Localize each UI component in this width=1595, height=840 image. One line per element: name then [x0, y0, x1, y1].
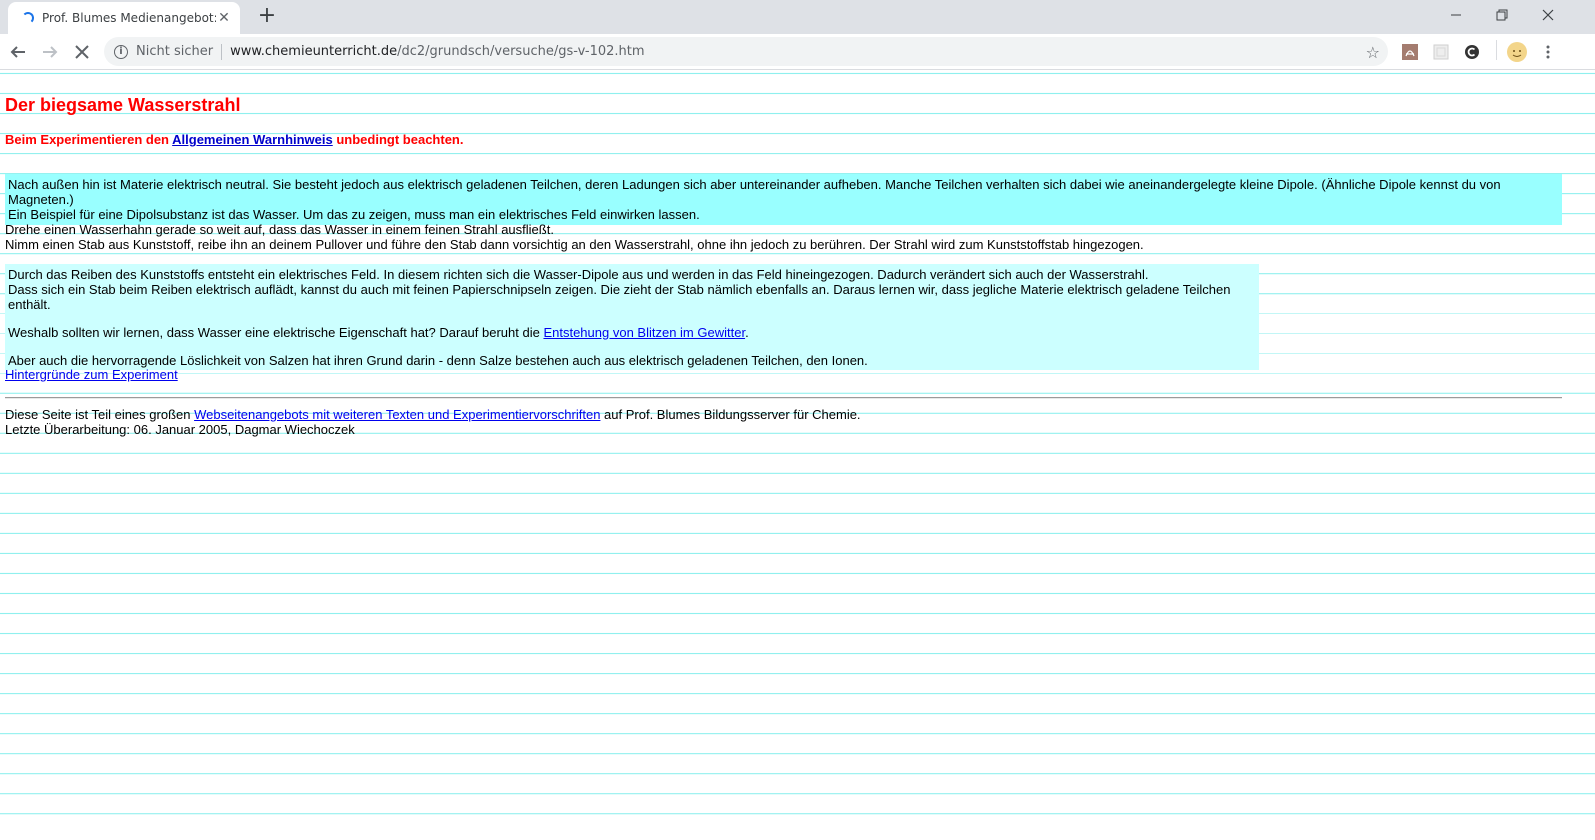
background-link[interactable]: Hintergründe zum Experiment	[5, 367, 178, 382]
page-title: Der biegsame Wasserstrahl	[5, 95, 241, 115]
lightning-link[interactable]: Entstehung von Blitzen im Gewitter	[543, 325, 745, 340]
close-icon[interactable]: ✕	[216, 10, 232, 26]
url-text[interactable]: www.chemieunterricht.de/dc2/grundsch/ver…	[230, 44, 644, 59]
intro-box: Nach außen hin ist Materie elektrisch ne…	[5, 174, 1562, 225]
loading-spinner-icon	[22, 12, 34, 24]
footer-link[interactable]: Webseitenangebots mit weiteren Texten un…	[194, 407, 600, 422]
background-link-line: Hintergründe zum Experiment	[5, 367, 178, 382]
explanation-line-1: Durch das Reiben des Kunststoffs entsteh…	[8, 267, 1149, 282]
footer-revision: Letzte Überarbeitung: 06. Januar 2005, D…	[5, 422, 355, 437]
url-host: www.chemieunterricht.de	[230, 44, 398, 59]
extension-icon[interactable]	[1431, 42, 1451, 62]
pdf-extension-icon[interactable]	[1400, 42, 1420, 62]
browser-toolbar: i Nicht sicher www.chemieunterricht.de/d…	[0, 34, 1595, 70]
footer-divider	[5, 397, 1562, 399]
profile-avatar-icon[interactable]	[1506, 41, 1528, 63]
footer-suffix: auf Prof. Blumes Bildungsserver für Chem…	[600, 407, 861, 422]
close-window-icon[interactable]	[1525, 0, 1571, 30]
toolbar-divider	[1496, 40, 1497, 60]
warning-prefix: Beim Experimentieren den	[5, 132, 173, 147]
warning-suffix: unbedingt beachten.	[332, 132, 464, 147]
info-icon[interactable]: i	[114, 44, 128, 59]
not-secure-label[interactable]: Nicht sicher	[136, 44, 213, 59]
minimize-icon[interactable]	[1433, 0, 1479, 30]
back-arrow-icon[interactable]	[6, 40, 30, 64]
omnibox-separator	[221, 43, 223, 60]
c-extension-icon[interactable]	[1462, 42, 1482, 62]
url-path: /dc2/grundsch/versuche/gs-v-102.htm	[397, 44, 645, 59]
tab-title: Prof. Blumes Medienangebot: Ch	[42, 11, 216, 25]
stop-icon[interactable]	[70, 40, 94, 64]
intro-line-2: Ein Beispiel für eine Dipolsubstanz ist …	[8, 207, 700, 222]
restore-icon[interactable]	[1479, 0, 1525, 30]
footer-line-1: Diese Seite ist Teil eines großen Websei…	[5, 407, 861, 422]
active-tab[interactable]: Prof. Blumes Medienangebot: Ch ✕	[8, 2, 240, 34]
instruction-line-2: Nimm einen Stab aus Kunststoff, reibe ih…	[5, 237, 1144, 252]
instruction-line-1: Drehe einen Wasserhahn gerade so weit au…	[5, 222, 554, 237]
instructions: Drehe einen Wasserhahn gerade so weit au…	[5, 222, 1144, 252]
question-prefix: Weshalb sollten wir lernen, dass Wasser …	[8, 325, 544, 340]
question-suffix: .	[745, 325, 749, 340]
explanation-line-2: Dass sich ein Stab beim Reiben elektrisc…	[8, 282, 1231, 312]
address-bar[interactable]: i Nicht sicher www.chemieunterricht.de/d…	[104, 37, 1388, 66]
footer: Diese Seite ist Teil eines großen Websei…	[5, 407, 861, 437]
intro-line-1: Nach außen hin ist Materie elektrisch ne…	[8, 177, 1501, 207]
plus-icon[interactable]: +	[256, 5, 278, 28]
explanation-question: Weshalb sollten wir lernen, dass Wasser …	[8, 325, 1256, 340]
forward-arrow-icon[interactable]	[38, 40, 62, 64]
explanation-para-1: Durch das Reiben des Kunststoffs entsteh…	[8, 267, 1256, 312]
warning-line: Beim Experimentieren den Allgemeinen War…	[5, 132, 463, 147]
explanation-box: Durch das Reiben des Kunststoffs entsteh…	[5, 264, 1259, 370]
explanation-salts: Aber auch die hervorragende Löslichkeit …	[8, 353, 868, 368]
tab-strip: Prof. Blumes Medienangebot: Ch ✕ +	[0, 0, 1595, 34]
warning-link[interactable]: Allgemeinen Warnhinweis	[172, 132, 333, 147]
star-icon[interactable]: ☆	[1366, 43, 1380, 62]
kebab-menu-icon[interactable]	[1538, 42, 1558, 62]
web-page: Der biegsame Wasserstrahl Beim Experimen…	[0, 70, 1595, 840]
footer-prefix: Diese Seite ist Teil eines großen	[5, 407, 195, 422]
